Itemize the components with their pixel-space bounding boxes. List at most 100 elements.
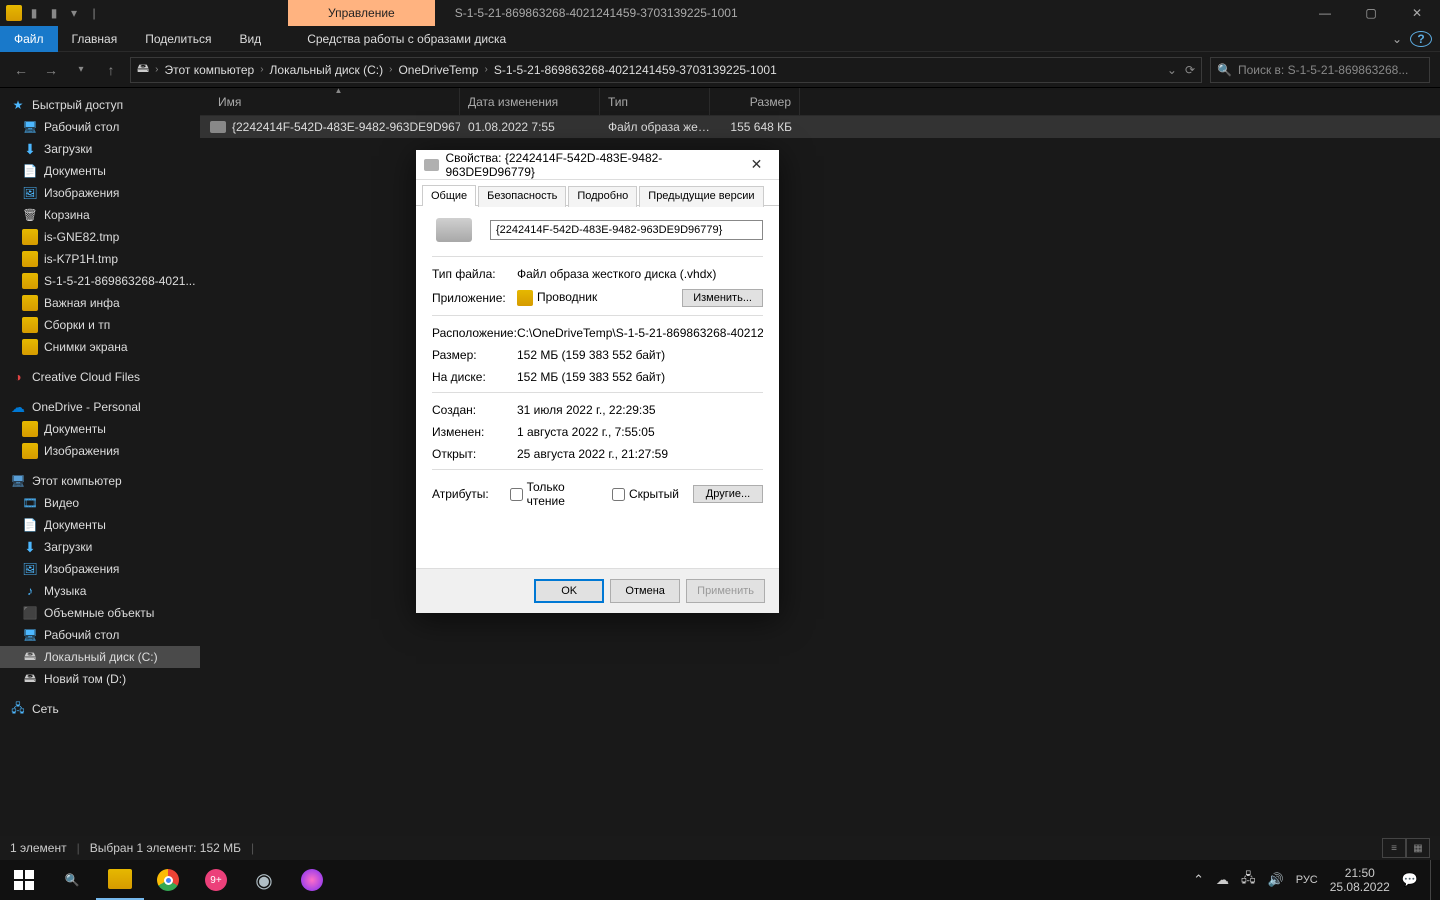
breadcrumb-item[interactable]: S-1-5-21-869863268-4021241459-3703139225…: [494, 63, 777, 77]
sidebar-item-folder[interactable]: is-K7P1H.tmp: [0, 248, 200, 270]
breadcrumb-item[interactable]: Локальный диск (C:): [270, 63, 384, 77]
chevron-right-icon[interactable]: ›: [482, 64, 489, 75]
value-accessed: 25 августа 2022 г., 21:27:59: [517, 447, 763, 461]
column-type[interactable]: Тип: [600, 88, 710, 115]
hidden-checkbox[interactable]: Скрытый: [612, 487, 679, 501]
sidebar-item-folder[interactable]: S-1-5-21-869863268-4021...: [0, 270, 200, 292]
taskbar-steam[interactable]: ◉: [240, 860, 288, 900]
sidebar-item-documents[interactable]: 📄Документы: [0, 160, 200, 182]
label-created: Создан:: [432, 403, 517, 417]
dialog-titlebar[interactable]: Свойства: {2242414F-542D-483E-9482-963DE…: [416, 150, 779, 180]
tray-notifications-icon[interactable]: 💬: [1402, 872, 1418, 888]
search-button[interactable]: 🔍: [48, 860, 96, 900]
tab-disk-image-tools[interactable]: Средства работы с образами диска: [293, 26, 520, 52]
help-icon[interactable]: ?: [1410, 31, 1432, 47]
image-icon: 🖼: [22, 561, 38, 577]
sidebar-creative-cloud[interactable]: ◑Creative Cloud Files: [0, 366, 200, 388]
taskbar-app[interactable]: [288, 860, 336, 900]
sidebar-item-downloads[interactable]: ⬇Загрузки: [0, 536, 200, 558]
sidebar-item-drive-c[interactable]: 🖴Локальный диск (C:): [0, 646, 200, 668]
sidebar-item-folder[interactable]: is-GNE82.tmp: [0, 226, 200, 248]
sidebar-this-pc[interactable]: 🖥Этот компьютер: [0, 470, 200, 492]
change-app-button[interactable]: Изменить...: [682, 289, 763, 307]
breadcrumb-item[interactable]: Этот компьютер: [164, 63, 254, 77]
onedrive-icon: ☁: [10, 399, 26, 415]
tab-view[interactable]: Вид: [225, 26, 275, 52]
file-menu[interactable]: Файл: [0, 26, 58, 52]
address-bar[interactable]: 🖴 › Этот компьютер › Локальный диск (C:)…: [130, 57, 1202, 83]
sidebar-item-folder[interactable]: Важная инфа: [0, 292, 200, 314]
sidebar-onedrive[interactable]: ☁OneDrive - Personal: [0, 396, 200, 418]
tab-share[interactable]: Поделиться: [131, 26, 225, 52]
sidebar-item-pictures[interactable]: Изображения: [0, 440, 200, 462]
file-row[interactable]: {2242414F-542D-483E-9482-963DE9D96779} 0…: [200, 116, 1440, 138]
up-button[interactable]: ↑: [100, 59, 122, 81]
tray-chevron-icon[interactable]: ⌃: [1193, 872, 1204, 888]
dialog-close-button[interactable]: ✕: [742, 156, 771, 173]
tray-onedrive-icon[interactable]: ☁: [1216, 872, 1229, 888]
search-box[interactable]: 🔍 Поиск в: S-1-5-21-869863268...: [1210, 57, 1430, 83]
qat-dropdown-icon[interactable]: ▾: [66, 5, 82, 21]
back-button[interactable]: ←: [10, 59, 32, 81]
start-button[interactable]: [0, 860, 48, 900]
tray-clock[interactable]: 21:50 25.08.2022: [1330, 866, 1390, 894]
close-button[interactable]: ✕: [1394, 0, 1440, 26]
minimize-button[interactable]: —: [1302, 0, 1348, 26]
qat-item[interactable]: ▮: [26, 5, 42, 21]
qat-item[interactable]: ▮: [46, 5, 62, 21]
tray-volume-icon[interactable]: 🔊: [1268, 872, 1284, 888]
sidebar-item-desktop[interactable]: 🖥Рабочий стол: [0, 624, 200, 646]
taskbar-chrome[interactable]: [144, 860, 192, 900]
tab-security[interactable]: Безопасность: [478, 186, 566, 207]
tab-previous-versions[interactable]: Предыдущие версии: [639, 186, 763, 207]
sidebar-item-documents[interactable]: Документы: [0, 418, 200, 440]
sidebar-network[interactable]: 🖧Сеть: [0, 698, 200, 720]
breadcrumb-item[interactable]: OneDriveTemp: [398, 63, 478, 77]
column-size[interactable]: Размер: [710, 88, 800, 115]
tray-language[interactable]: РУС: [1296, 874, 1318, 886]
tab-home[interactable]: Главная: [58, 26, 132, 52]
refresh-icon[interactable]: ⟳: [1185, 63, 1195, 77]
tray-network-icon[interactable]: 🖧: [1241, 869, 1256, 891]
tab-details[interactable]: Подробно: [568, 186, 637, 207]
view-tiles-button[interactable]: ▦: [1406, 838, 1430, 858]
sidebar-item-drive-d[interactable]: 🖴Новий том (D:): [0, 668, 200, 690]
taskbar-explorer[interactable]: [96, 860, 144, 900]
column-headers: Имя▲ Дата изменения Тип Размер: [200, 88, 1440, 116]
sidebar-item-3d-objects[interactable]: ⬛Объемные объекты: [0, 602, 200, 624]
forward-button[interactable]: →: [40, 59, 62, 81]
readonly-checkbox[interactable]: Только чтение: [510, 480, 598, 508]
recent-dropdown-icon[interactable]: ▾: [70, 59, 92, 81]
tab-general[interactable]: Общие: [422, 185, 476, 206]
address-dropdown-icon[interactable]: ⌄: [1167, 63, 1177, 77]
sidebar-quick-access[interactable]: ★Быстрый доступ: [0, 94, 200, 116]
folder-icon: [22, 317, 38, 333]
other-attrs-button[interactable]: Другие...: [693, 485, 763, 503]
sidebar-item-documents[interactable]: 📄Документы: [0, 514, 200, 536]
cube-icon: ⬛: [22, 605, 38, 621]
sidebar-item-music[interactable]: ♪Музыка: [0, 580, 200, 602]
dialog-title: Свойства: {2242414F-542D-483E-9482-963DE…: [445, 151, 741, 179]
view-details-button[interactable]: ≡: [1382, 838, 1406, 858]
sidebar-item-folder[interactable]: Снимки экрана: [0, 336, 200, 358]
sidebar-item-downloads[interactable]: ⬇Загрузки: [0, 138, 200, 160]
filename-input[interactable]: [490, 220, 763, 240]
cancel-button[interactable]: Отмена: [610, 579, 680, 603]
column-name[interactable]: Имя▲: [210, 88, 460, 115]
sidebar-item-recycle[interactable]: 🗑Корзина: [0, 204, 200, 226]
sidebar-item-videos[interactable]: 🎞Видео: [0, 492, 200, 514]
apply-button[interactable]: Применить: [686, 579, 765, 603]
sidebar-item-desktop[interactable]: 🖥Рабочий стол: [0, 116, 200, 138]
sidebar-item-pictures[interactable]: 🖼Изображения: [0, 182, 200, 204]
show-desktop-button[interactable]: [1430, 860, 1436, 900]
column-date[interactable]: Дата изменения: [460, 88, 600, 115]
taskbar-app[interactable]: 9+: [192, 860, 240, 900]
chevron-right-icon[interactable]: ›: [153, 64, 160, 75]
chevron-right-icon[interactable]: ›: [387, 64, 394, 75]
chevron-right-icon[interactable]: ›: [258, 64, 265, 75]
ok-button[interactable]: OK: [534, 579, 604, 603]
maximize-button[interactable]: ▢: [1348, 0, 1394, 26]
sidebar-item-pictures[interactable]: 🖼Изображения: [0, 558, 200, 580]
ribbon-collapse-icon[interactable]: ⌄: [1384, 32, 1410, 46]
sidebar-item-folder[interactable]: Сборки и тп: [0, 314, 200, 336]
